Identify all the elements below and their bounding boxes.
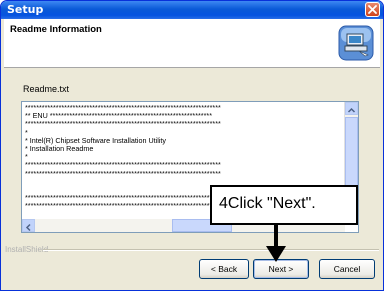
instruction-text: 4Click "Next". — [219, 195, 316, 212]
setup-window: Setup Readme Information Readme.txt ****… — [0, 0, 384, 291]
installshield-brand: InstallShield — [5, 245, 49, 254]
scroll-up-icon — [347, 107, 356, 113]
instruction-callout: 4Click "Next". — [210, 185, 358, 225]
title-bar[interactable]: Setup — [1, 1, 383, 19]
setup-computer-icon — [338, 25, 374, 61]
cancel-button[interactable]: Cancel — [319, 259, 375, 279]
window-title: Setup — [7, 3, 44, 16]
readme-line: ****************************************… — [25, 119, 221, 129]
scroll-left-button[interactable] — [22, 219, 35, 232]
scroll-left-icon — [25, 223, 31, 232]
header-panel: Readme Information — [4, 19, 380, 68]
close-icon — [368, 5, 377, 14]
pointer-arrow-icon — [266, 224, 286, 262]
readme-file-label: Readme.txt — [23, 84, 70, 94]
readme-line: ****************************************… — [25, 168, 221, 178]
scroll-up-button[interactable] — [345, 102, 358, 115]
footer-divider — [43, 249, 379, 251]
page-title: Readme Information — [10, 24, 102, 35]
back-button[interactable]: < Back — [199, 259, 249, 279]
close-button[interactable] — [365, 2, 380, 17]
readme-line: * Installation Readme — [25, 144, 94, 154]
